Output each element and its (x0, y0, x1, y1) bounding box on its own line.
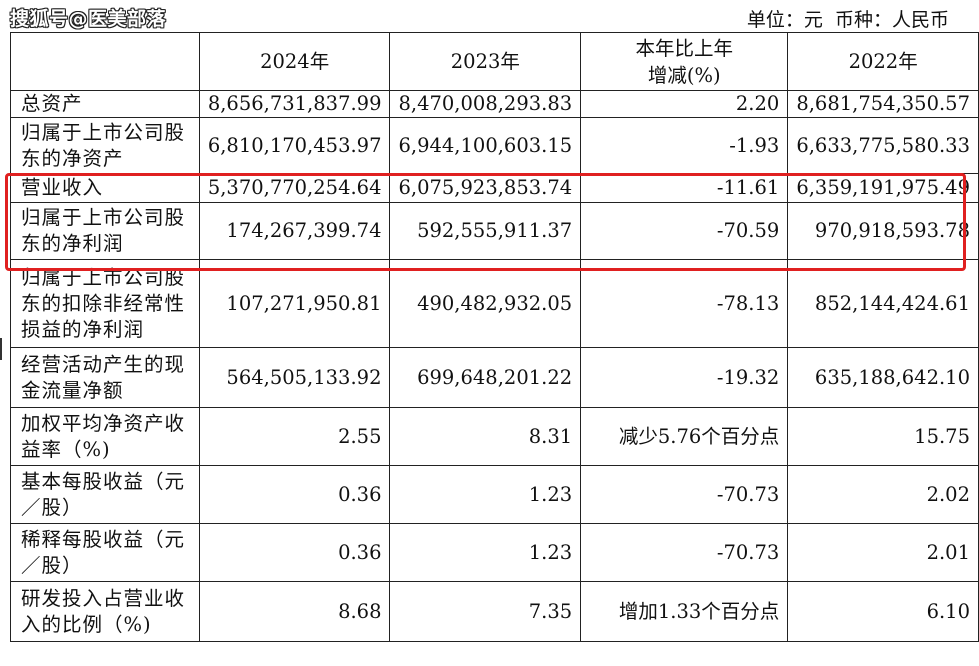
value-cell: 8,470,008,293.83 (389, 90, 582, 118)
value-cell: 6,810,170,453.97 (198, 117, 391, 174)
header-cell (10, 32, 200, 91)
value-cell: 564,505,133.92 (198, 347, 391, 408)
value-cell: 8,656,731,837.99 (198, 90, 391, 118)
row-label: 总资产 (10, 90, 200, 118)
row-label: 经营活动产生的现 金流量净额 (10, 347, 200, 408)
unit-label: 单位：元 (746, 9, 823, 31)
currency-label: 币种：人民币 (834, 9, 949, 31)
edge-mark (0, 338, 2, 360)
header-cell: 2022年 (787, 32, 979, 91)
table-row: 归属于上市公司股 东的净资产 6,810,170,453.97 6,944,100,… (10, 117, 979, 174)
value-cell: 8.31 (389, 407, 582, 466)
table-row: 基本每股收益（元 ／股） 0.36 1.23 -70.73 2.02 (10, 465, 979, 524)
row-label: 稀释每股收益（元 ／股） (10, 523, 200, 582)
value-cell: 6.10 (787, 581, 979, 642)
value-cell: -1.93 (580, 117, 789, 174)
table-row: 稀释每股收益（元 ／股） 0.36 1.23 -70.73 2.01 (10, 523, 979, 582)
value-cell: 2.55 (198, 407, 391, 466)
value-cell: 0.36 (198, 465, 391, 524)
value-cell: 2.20 (580, 90, 789, 118)
header-row: 2024年 2023年 本年比上年 增减(%) 2022年 (10, 32, 979, 91)
value-cell: -70.73 (580, 465, 789, 524)
value-cell: 减少5.76个百分点 (580, 407, 789, 466)
value-cell: 699,648,201.22 (389, 347, 582, 408)
value-cell: 852,144,424.61 (787, 259, 979, 348)
value-cell: 6,633,775,580.33 (787, 117, 979, 174)
header-cell: 2023年 (389, 32, 582, 91)
value-cell: 6,944,100,603.15 (389, 117, 582, 174)
table-row: 研发投入占营业收 入的比例（%) 8.68 7.35 增加1.33个百分点 6.10 (10, 581, 979, 642)
value-cell: 8.68 (198, 581, 391, 642)
row-label: 加权平均净资产收 益率（%) (10, 407, 200, 466)
value-cell: -19.32 (580, 347, 789, 408)
value-cell: 15.75 (787, 407, 979, 466)
table-row: 归属于上市公司股 东的扣除非经常性 损益的净利润 107,271,950.81 49… (10, 259, 979, 348)
header-cell: 本年比上年 增减(%) (580, 32, 789, 91)
table-row: 经营活动产生的现 金流量净额 564,505,133.92 699,648,201.… (10, 347, 979, 408)
value-cell: 8,681,754,350.57 (787, 90, 979, 118)
value-cell: 107,271,950.81 (198, 259, 391, 348)
value-cell: 0.36 (198, 523, 391, 582)
financial-table: 2024年 2023年 本年比上年 增减(%) 2022年 总资产 8,656,7… (10, 32, 979, 642)
value-cell: 2.02 (787, 465, 979, 524)
header-cell: 2024年 (198, 32, 391, 91)
highlight-box (5, 173, 966, 271)
value-cell: 7.35 (389, 581, 582, 642)
value-cell: -78.13 (580, 259, 789, 348)
watermark: 搜狐号@医美部落 (10, 8, 167, 30)
value-cell: 增加1.33个百分点 (580, 581, 789, 642)
table-row: 加权平均净资产收 益率（%) 2.55 8.31 减少5.76个百分点 15.75 (10, 407, 979, 466)
value-cell: 2.01 (787, 523, 979, 582)
value-cell: 635,188,642.10 (787, 347, 979, 408)
row-label: 归属于上市公司股 东的扣除非经常性 损益的净利润 (10, 259, 200, 348)
table-row: 总资产 8,656,731,837.99 8,470,008,293.83 2.20 8… (10, 90, 979, 118)
row-label: 研发投入占营业收 入的比例（%) (10, 581, 200, 642)
unit-info: 单位：元 币种：人民币 (741, 5, 949, 32)
value-cell: -70.73 (580, 523, 789, 582)
value-cell: 1.23 (389, 465, 582, 524)
value-cell: 490,482,932.05 (389, 259, 582, 348)
row-label: 基本每股收益（元 ／股） (10, 465, 200, 524)
value-cell: 1.23 (389, 523, 582, 582)
row-label: 归属于上市公司股 东的净资产 (10, 117, 200, 174)
